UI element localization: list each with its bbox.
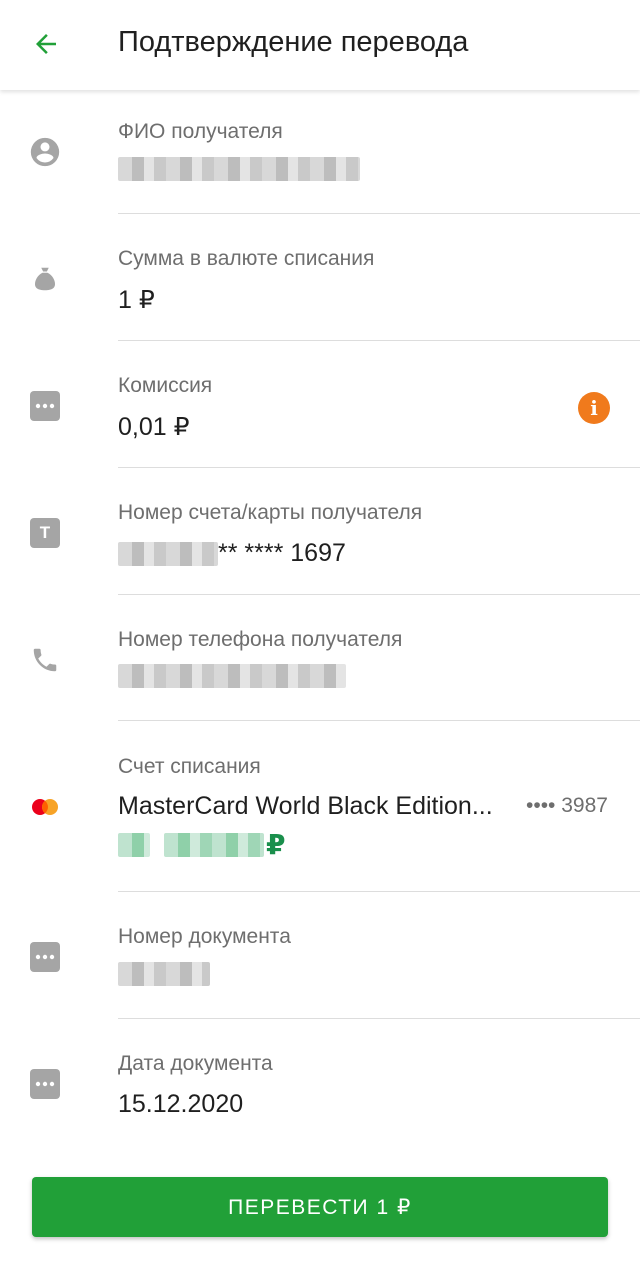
redacted-block [118,542,218,567]
redacted-block [164,832,264,857]
mastercard-icon [28,790,62,824]
recipient-name-value-redacted [118,157,360,186]
account-number-suffix: ** **** 1697 [218,539,346,567]
person-icon [28,135,62,169]
t-letter: T [30,518,60,548]
account-number-value: ** **** 1697 [118,539,346,568]
transfer-button[interactable]: ПЕРЕВЕСТИ 1 ₽ [32,1177,608,1237]
document-date-value: 15.12.2020 [118,1090,244,1118]
phone-value-redacted [118,664,346,693]
card-mask: •••• 3987 [526,794,608,817]
commission-label: Комиссия [118,374,213,397]
card-balance: ₽ [118,828,285,861]
card-name: MasterCard World Black Edition... [118,792,493,820]
dots-icon [28,940,62,974]
redacted-block [118,832,150,857]
arrow-back-icon [36,34,56,54]
dots-icon [28,1067,62,1101]
page-title: Подтверждение перевода [118,26,469,58]
info-icon[interactable]: i [578,392,610,424]
divider [118,891,640,892]
divider [118,213,640,214]
divider [118,467,640,468]
document-number-label: Номер документа [118,925,291,948]
back-button[interactable] [26,24,66,64]
divider [118,720,640,721]
recipient-name-label: ФИО получателя [118,120,283,143]
phone-label: Номер телефона получателя [118,628,403,651]
commission-value: 0,01 ₽ [118,413,190,441]
debit-account-label: Счет списания [118,755,261,778]
phone-icon [28,643,62,677]
document-date-label: Дата документа [118,1052,273,1075]
t-square-icon: T [28,516,62,550]
balance-currency: ₽ [266,829,286,860]
money-bag-icon [28,262,62,296]
dots-icon [28,389,62,423]
account-number-label: Номер счета/карты получателя [118,501,423,524]
divider [118,1018,640,1019]
document-number-value-redacted [118,962,210,991]
divider [118,340,640,341]
divider [118,594,640,595]
amount-label: Сумма в валюте списания [118,247,375,270]
app-bar: Подтверждение перевода [0,0,640,90]
amount-value: 1 ₽ [118,286,155,314]
